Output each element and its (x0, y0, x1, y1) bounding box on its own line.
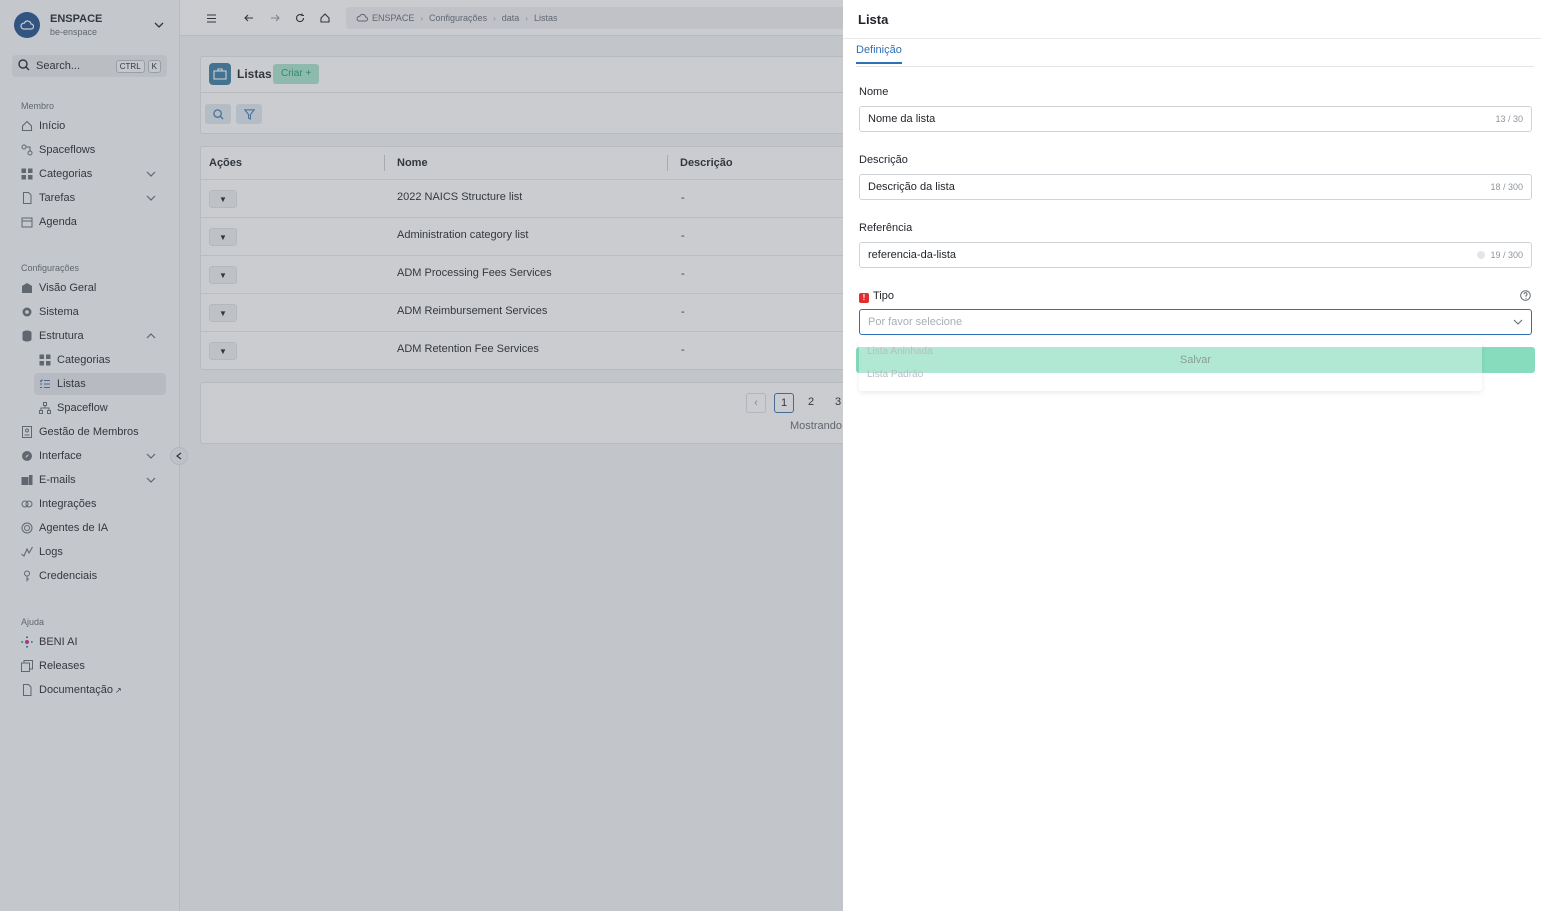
chevron-down-icon (1513, 316, 1523, 328)
name-value: Nome da lista (868, 113, 936, 125)
type-select[interactable]: Por favor selecione (859, 309, 1532, 335)
required-icon: ! (859, 293, 869, 303)
type-option-standard[interactable]: Lista Padrão (867, 369, 923, 380)
name-char-count: 13 / 30 (1495, 114, 1523, 124)
list-drawer: Lista Definição Nome Nome da lista 13 / … (843, 0, 1541, 911)
description-value: Descrição da lista (868, 181, 955, 193)
help-icon[interactable] (1520, 290, 1531, 301)
clear-icon[interactable] (1477, 251, 1486, 259)
divider (843, 38, 1541, 39)
divider (856, 66, 1534, 67)
type-option-nested[interactable]: Lista Aninhada (867, 346, 933, 357)
description-input[interactable]: Descrição da lista 18 / 300 (859, 174, 1532, 200)
name-input[interactable]: Nome da lista 13 / 30 (859, 106, 1532, 132)
description-label: Descrição (859, 154, 908, 166)
reference-input[interactable]: referencia-da-lista 19 / 300 (859, 242, 1532, 268)
type-dropdown: Lista Aninhada Lista Padrão (859, 341, 1482, 391)
type-placeholder: Por favor selecione (868, 316, 963, 328)
reference-label: Referência (859, 222, 913, 234)
name-label: Nome (859, 86, 889, 98)
drawer-title: Lista (858, 12, 889, 27)
reference-value: referencia-da-lista (868, 249, 957, 261)
description-char-count: 18 / 300 (1490, 182, 1523, 192)
type-label: ! Tipo (859, 290, 894, 303)
tab-definicao[interactable]: Definição (856, 44, 902, 64)
type-label-text: Tipo (873, 290, 894, 302)
modal-overlay[interactable] (0, 0, 843, 911)
reference-char-count: 19 / 300 (1490, 250, 1523, 260)
